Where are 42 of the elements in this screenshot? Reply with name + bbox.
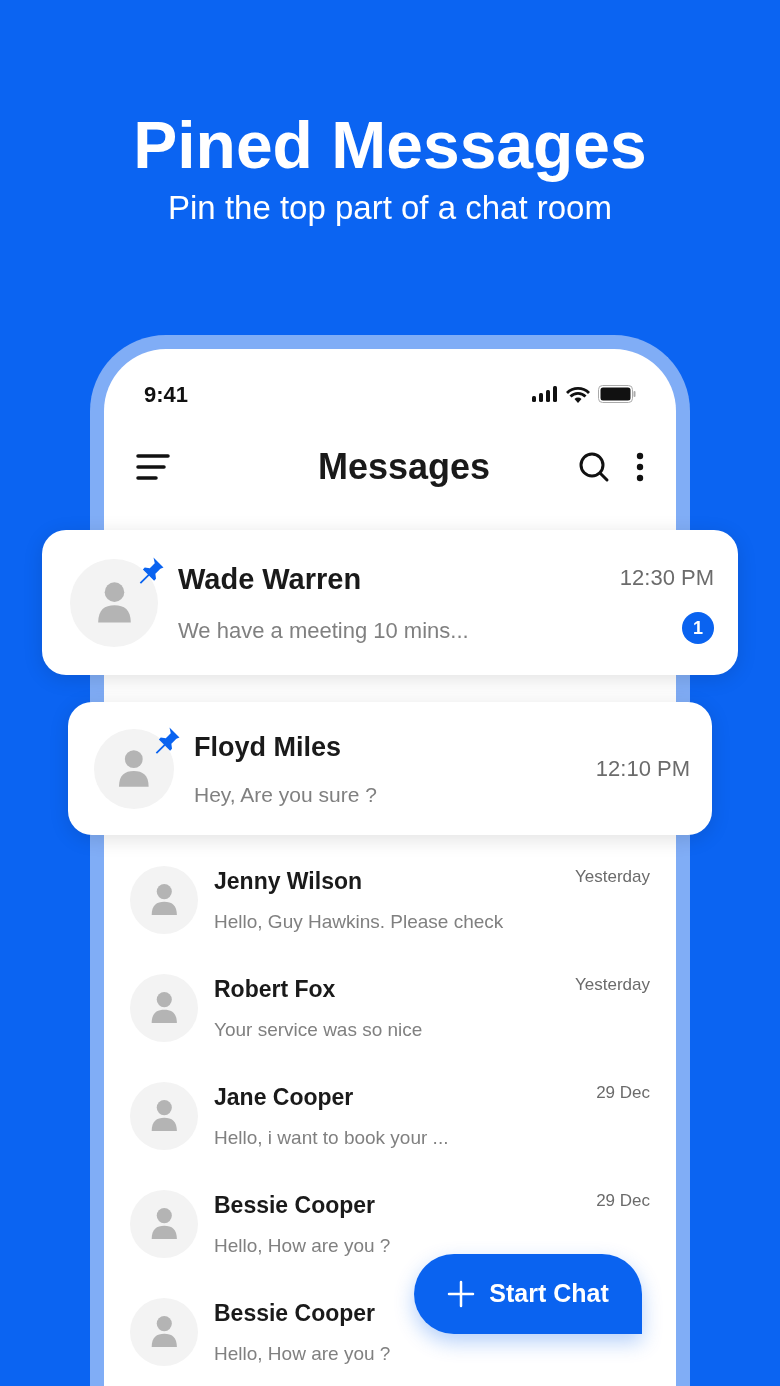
pinned-chat-card[interactable]: Floyd Miles Hey, Are you sure ? 12:10 PM	[68, 702, 712, 835]
more-icon[interactable]	[636, 452, 644, 482]
status-time: 9:41	[144, 380, 189, 409]
menu-icon[interactable]	[136, 453, 170, 481]
message-preview: Hello, i want to book your ...	[214, 1126, 450, 1150]
contact-name: Robert Fox	[214, 974, 337, 1004]
person-icon	[149, 883, 179, 917]
plus-icon	[447, 1280, 476, 1308]
person-icon	[149, 1207, 179, 1241]
message-preview: We have a meeting 10 mins...	[178, 616, 470, 645]
message-time: 12:30 PM	[619, 564, 714, 592]
app-title: Messages	[317, 445, 491, 489]
start-chat-button[interactable]: Start Chat	[414, 1254, 642, 1334]
message-time: Yesterday	[575, 866, 650, 888]
message-preview: Hello, Guy Hawkins. Please check	[214, 910, 505, 934]
contact-name: Bessie Cooper	[214, 1298, 377, 1328]
signal-icon	[532, 386, 558, 402]
message-time: 29 Dec	[596, 1190, 650, 1212]
message-time: 29 Dec	[596, 1082, 650, 1104]
contact-name: Floyd Miles	[194, 730, 343, 764]
person-icon	[149, 1099, 179, 1133]
person-icon	[95, 580, 133, 625]
message-preview: Hello, How are you ?	[214, 1234, 392, 1258]
contact-name: Bessie Cooper	[214, 1190, 377, 1220]
person-icon	[149, 1315, 179, 1349]
message-preview: Hello, How are you ?	[214, 1342, 392, 1366]
message-time: Yesterday	[575, 974, 650, 996]
wifi-icon	[566, 385, 590, 403]
subheadline: Pin the top part of a chat room	[168, 188, 612, 228]
contact-name: Wade Warren	[178, 562, 363, 598]
pinned-chat-card[interactable]: Wade Warren We have a meeting 10 mins... 12:30 PM 1	[42, 530, 738, 675]
person-icon	[117, 748, 151, 789]
battery-icon	[598, 385, 636, 403]
contact-name: Jane Cooper	[214, 1082, 355, 1112]
unread-badge: 1	[682, 612, 714, 644]
contact-name: Jenny Wilson	[214, 866, 364, 896]
headline: Pined Messages	[133, 108, 647, 182]
message-preview: Hey, Are you sure ?	[194, 782, 378, 808]
message-time: 12:10 PM	[595, 755, 690, 783]
search-icon[interactable]	[578, 451, 610, 483]
message-preview: Your service was so nice	[214, 1018, 424, 1042]
person-icon	[149, 991, 179, 1025]
